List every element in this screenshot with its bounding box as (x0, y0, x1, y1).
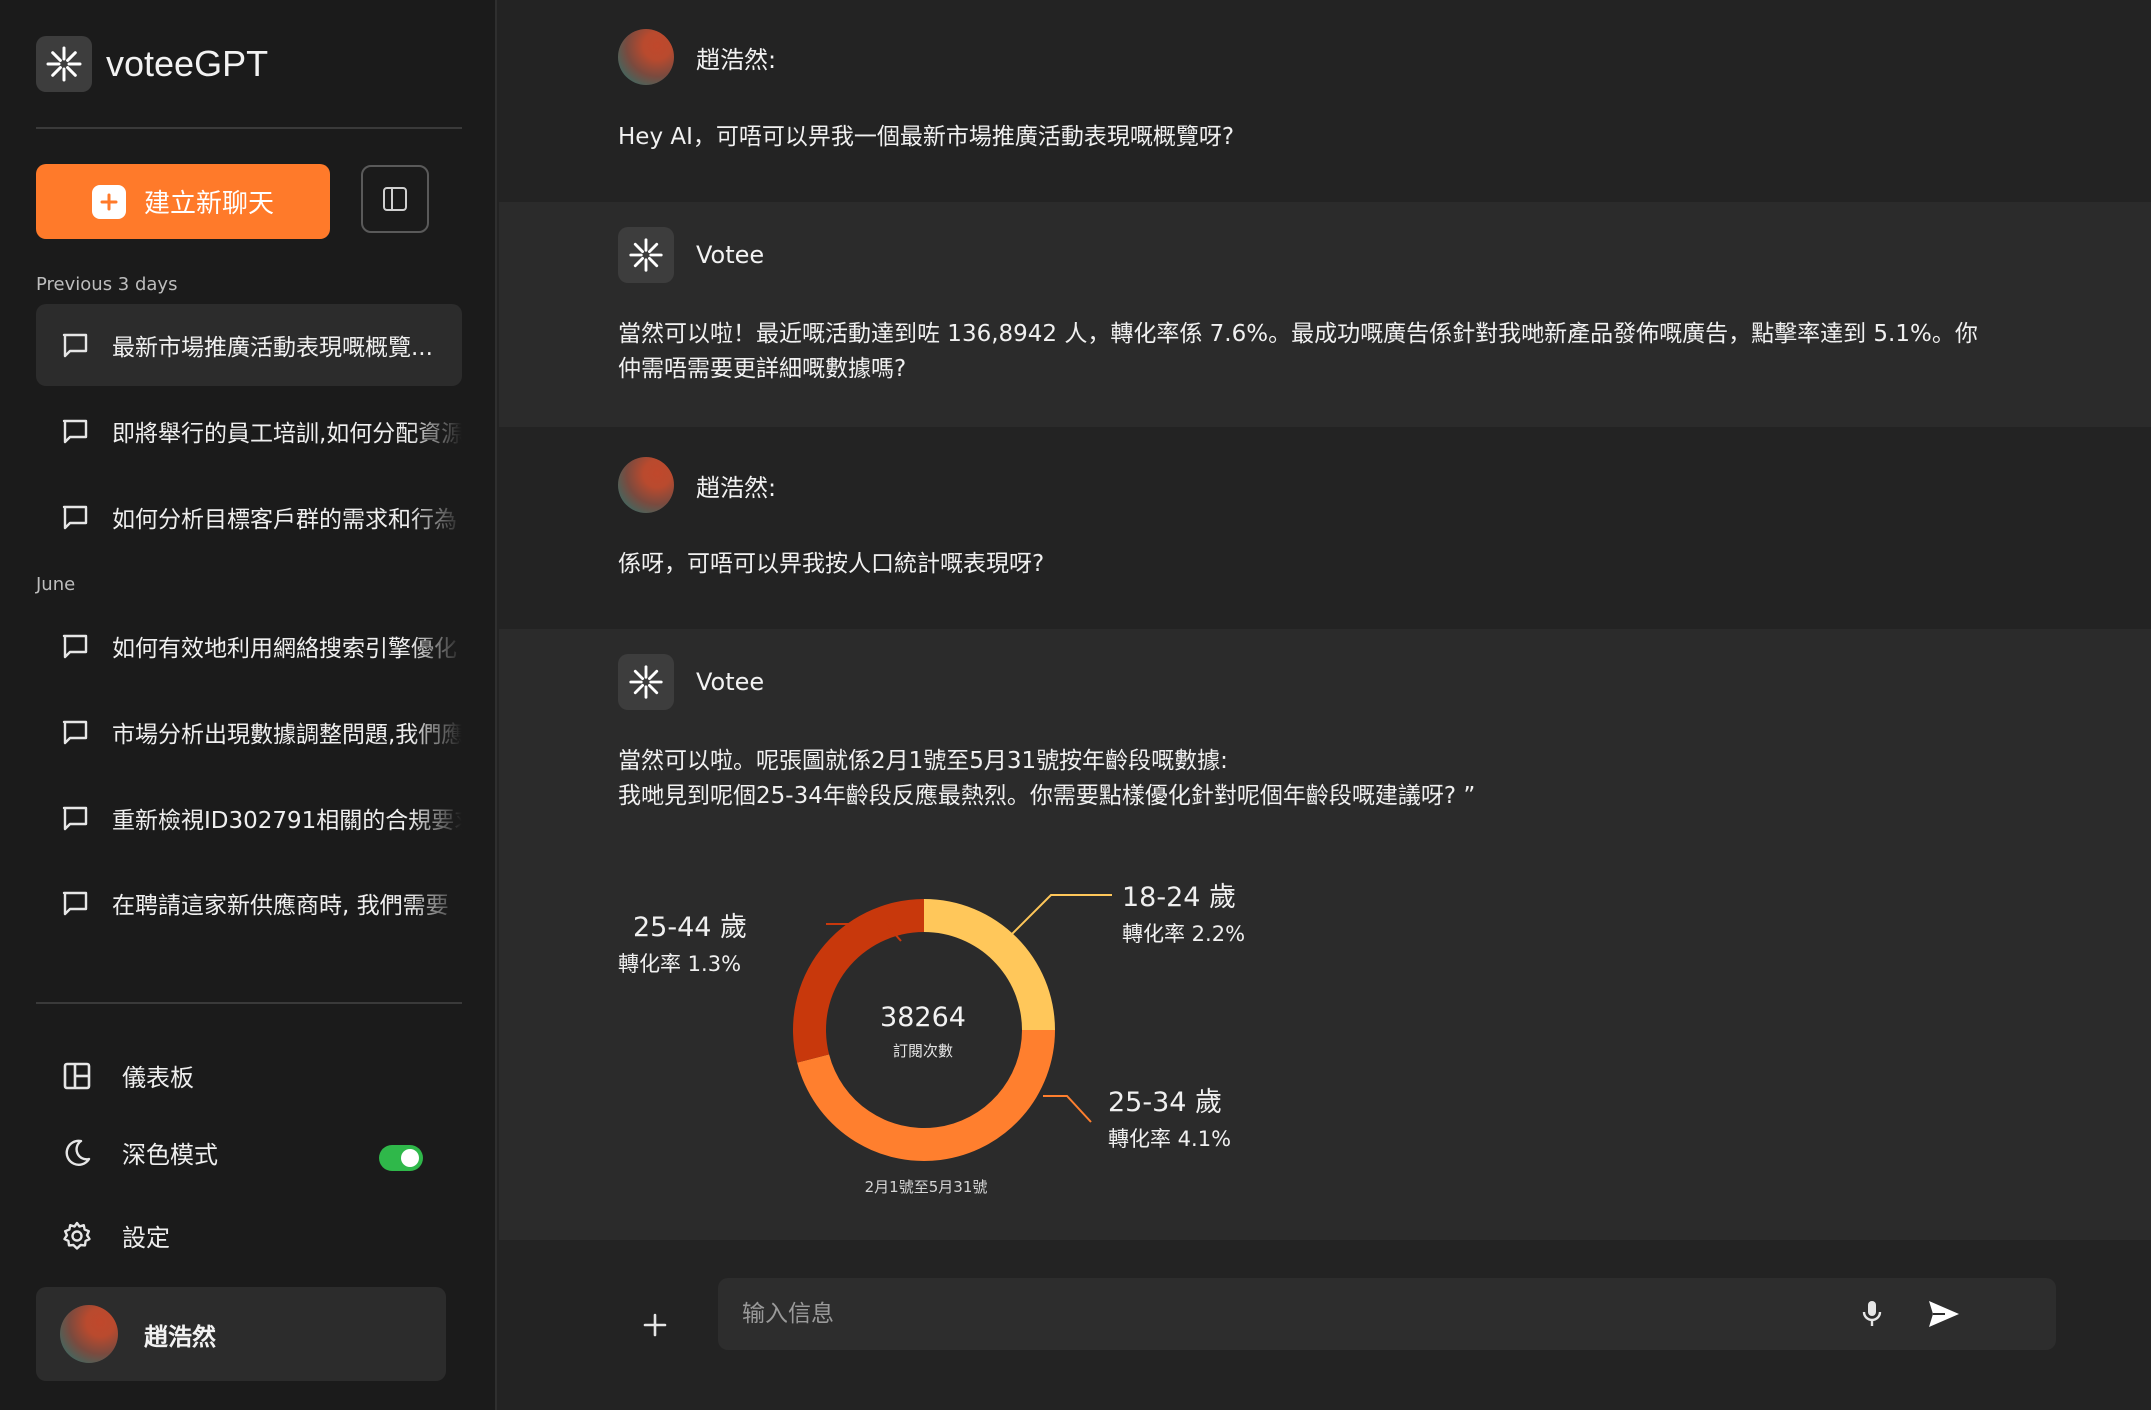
moon-icon (60, 1136, 94, 1170)
settings-label: 設定 (122, 1224, 170, 1252)
slice-rate: 轉化率 2.2% (1122, 922, 1246, 946)
user-name: 趙浩然 (144, 1322, 216, 1351)
send-icon (1929, 1301, 1959, 1327)
message-header: 趙浩然: (618, 457, 776, 513)
history-item[interactable]: 最新市場推廣活動表現嘅概覽... (36, 304, 462, 386)
dashboard-icon (60, 1059, 94, 1093)
history-item-label: 即將舉行的員工培訓,如何分配資源 (112, 421, 462, 447)
user-profile-card[interactable]: 趙浩然 (36, 1287, 446, 1381)
divider (36, 1002, 462, 1004)
dashboard-label: 儀表板 (122, 1064, 194, 1092)
slice-rate: 轉化率 1.3% (618, 952, 742, 976)
chat-bubble-icon (62, 720, 88, 745)
divider (36, 127, 462, 129)
slice-label-18-24: 18-24 歲 轉化率 2.2% (1122, 875, 1245, 948)
message-header: Votee (618, 227, 764, 283)
history-item-label: 如何分析目標客戶群的需求和行為 (112, 507, 457, 533)
section-label-previous: Previous 3 days (36, 274, 178, 295)
chat-bubble-icon (62, 505, 88, 530)
microphone-icon (1862, 1301, 1882, 1326)
dashboard-menu-item[interactable]: 儀表板 (60, 1058, 194, 1093)
message-text: 係呀，可唔可以畀我按人口統計嘅表現呀? (618, 551, 1045, 577)
ai-message: Votee 當然可以啦！最近嘅活動達到咗 136,8942 人，轉化率係 7.6… (499, 202, 2151, 427)
app-title: voteeGPT (106, 43, 269, 84)
toggle-sidebar-button[interactable] (361, 165, 429, 233)
plus-icon (643, 1313, 667, 1337)
history-item[interactable]: 市場分析出現數據調整問題,我們應該 (36, 691, 462, 773)
slice-label-25-34: 25-34 歲 轉化率 4.1% (1108, 1080, 1231, 1153)
votee-logo-icon (36, 36, 92, 92)
avatar (618, 457, 674, 513)
votee-logo-icon (618, 654, 674, 710)
dark-mode-menu-item: 深色模式 (60, 1135, 218, 1170)
message-header: 趙浩然: (618, 29, 776, 85)
attach-button[interactable] (635, 1305, 675, 1345)
slice-age: 25-34 歲 (1108, 1087, 1223, 1118)
sidebar-panel-icon (383, 187, 407, 211)
slice-age: 25-44 歲 (633, 912, 748, 943)
user-message: 趙浩然: 係呀，可唔可以畀我按人口統計嘅表現呀? (499, 427, 2151, 629)
sender-name: 趙浩然: (696, 473, 777, 502)
sender-name: 趙浩然: (696, 45, 777, 74)
chat-bubble-icon (62, 891, 88, 916)
section-label-june: June (36, 574, 76, 595)
new-chat-label: 建立新聊天 (143, 189, 274, 219)
history-item[interactable]: 在聘請這家新供應商時, 我們需要 (36, 862, 462, 944)
message-text: 當然可以啦。呢張圖就係2月1號至5月31號按年齡段嘅數據: 我哋見到呢個25-3… (618, 748, 1476, 809)
composer (499, 1240, 2151, 1410)
plus-icon (91, 184, 126, 219)
history-item[interactable]: 重新檢視ID302791相關的合規要求 (36, 777, 462, 859)
slice-label-25-44: 25-44 歲 轉化率 1.3% (618, 905, 747, 978)
history-item[interactable]: 如何有效地利用網絡搜索引擎優化 (36, 605, 462, 687)
chat-bubble-icon (62, 806, 88, 831)
history-item-label: 市場分析出現數據調整問題,我們應該 (112, 722, 462, 748)
message-input-box (718, 1278, 2056, 1350)
slice-rate: 轉化率 4.1% (1108, 1127, 1232, 1151)
dark-mode-label: 深色模式 (122, 1141, 218, 1169)
history-item-label: 重新檢視ID302791相關的合規要求 (112, 808, 462, 834)
history-item[interactable]: 如何分析目標客戶群的需求和行為 (36, 476, 462, 558)
sender-name: Votee (696, 241, 765, 269)
votee-logo-icon (618, 227, 674, 283)
history-item-label: 最新市場推廣活動表現嘅概覽... (112, 335, 433, 361)
history-item-label: 如何有效地利用網絡搜索引擎優化 (112, 636, 457, 662)
send-button[interactable] (1924, 1294, 1964, 1334)
sidebar: voteeGPT 建立新聊天 Previous 3 days 最新市場推廣活動表… (0, 0, 497, 1410)
message-header: Votee (618, 654, 764, 710)
chat-bubble-icon (62, 634, 88, 659)
logo: voteeGPT (36, 36, 268, 92)
new-chat-button[interactable]: 建立新聊天 (36, 164, 330, 239)
message-text: Hey AI，可唔可以畀我一個最新市場推廣活動表現嘅概覽呀? (618, 124, 1235, 150)
message-text: 當然可以啦！最近嘅活動達到咗 136,8942 人，轉化率係 7.6%。最成功嘅… (618, 321, 1978, 382)
sender-name: Votee (696, 668, 765, 696)
dark-mode-toggle[interactable] (379, 1145, 423, 1171)
message-input[interactable] (742, 1278, 1892, 1350)
chat-bubble-icon (62, 419, 88, 444)
settings-menu-item[interactable]: 設定 (60, 1218, 170, 1253)
chat-area: 趙浩然: Hey AI，可唔可以畀我一個最新市場推廣活動表現嘅概覽呀? Vote… (499, 0, 2151, 1410)
gear-icon (60, 1219, 94, 1253)
slice-age: 18-24 歲 (1122, 882, 1237, 913)
user-message: 趙浩然: Hey AI，可唔可以畀我一個最新市場推廣活動表現嘅概覽呀? (499, 0, 2151, 202)
history-item-label: 在聘請這家新供應商時, 我們需要 (112, 893, 449, 919)
avatar (60, 1305, 118, 1363)
history-item[interactable]: 即將舉行的員工培訓,如何分配資源 (36, 390, 462, 472)
mic-button[interactable] (1854, 1296, 1890, 1332)
avatar (618, 29, 674, 85)
chat-bubble-icon (62, 333, 88, 358)
